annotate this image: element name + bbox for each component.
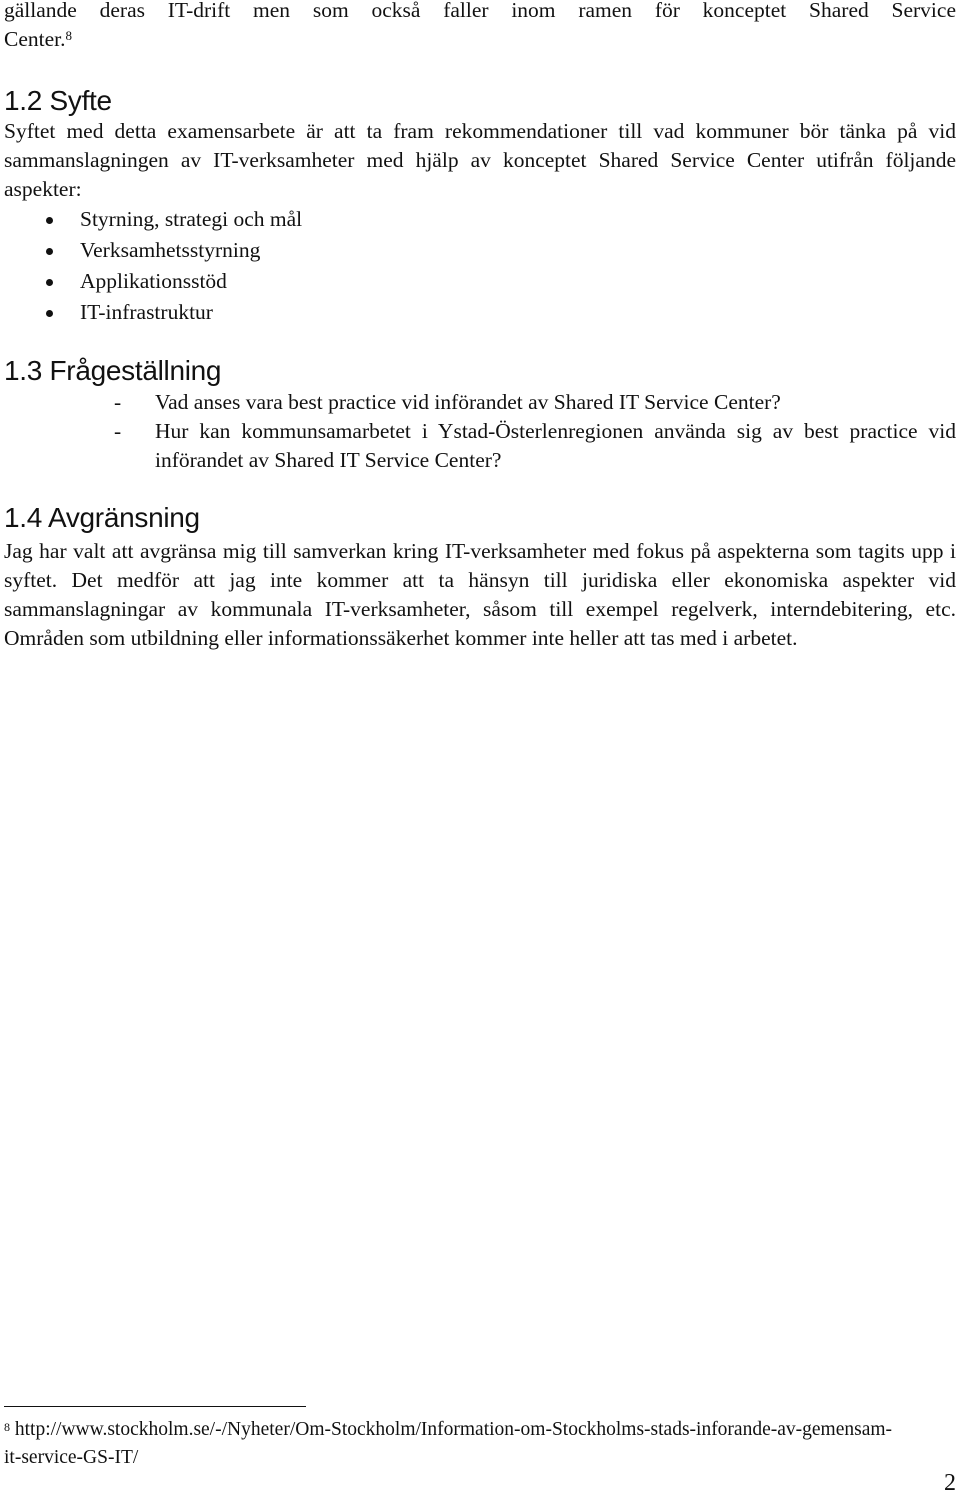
footnote-reference[interactable]: 8 [66,28,73,43]
list-item-text: Hur kan kommunsamarbetet i Ystad-Österle… [155,419,956,472]
bullet-icon [46,248,53,255]
footnote: 8 http://www.stockholm.se/-/Nyheter/Om-S… [4,1416,904,1472]
list-item-text: IT-infrastruktur [80,300,213,324]
list-item-text: Vad anses vara best practice vid införan… [155,390,781,414]
intro-text-end: Center. [4,27,66,51]
bullet-icon [46,279,53,286]
heading-fragestallning: 1.3 Frågeställning [4,355,222,386]
heading-syfte: 1.2 Syfte [4,85,112,116]
intro-text: gällande deras IT-drift men som också fa… [4,0,956,22]
footnote-separator [4,1406,306,1407]
footnote-marker: 8 [4,1420,10,1434]
bullet-icon [46,217,53,224]
dash-marker: - [114,419,122,443]
list-item: - Vad anses vara best practice vid införa… [4,388,956,417]
syfte-paragraph: Syftet med detta examensarbete är att ta… [4,119,956,201]
bullet-icon [46,310,53,317]
document-page: gällande deras IT-drift men som också fa… [4,0,956,653]
heading-avgransning: 1.4 Avgränsning [4,502,200,533]
list-item-text: Styrning, strategi och mål [80,207,303,231]
list-item-text: Applikationsstöd [80,269,227,293]
dash-marker: - [114,390,122,414]
list-item: Applikationsstöd [4,266,956,297]
intro-paragraph-line1: gällande deras IT-drift men som också fa… [4,0,956,25]
list-item: IT-infrastruktur [4,297,956,328]
questions-list: - Vad anses vara best practice vid införa… [4,388,956,475]
intro-paragraph-line2: Center.8 [4,25,956,54]
aspects-list: Styrning, strategi och mål Verksamhetsst… [4,204,956,328]
footnote-url[interactable]: http://www.stockholm.se/-/Nyheter/Om-Sto… [4,1419,892,1468]
list-item: Verksamhetsstyrning [4,235,956,266]
list-item-text: Verksamhetsstyrning [80,238,261,262]
page-number: 2 [944,1470,956,1496]
avgransning-paragraph: Jag har valt att avgränsa mig till samve… [4,539,956,650]
list-item: Styrning, strategi och mål [4,204,956,235]
list-item: - Hur kan kommunsamarbetet i Ystad-Österl… [4,417,956,475]
